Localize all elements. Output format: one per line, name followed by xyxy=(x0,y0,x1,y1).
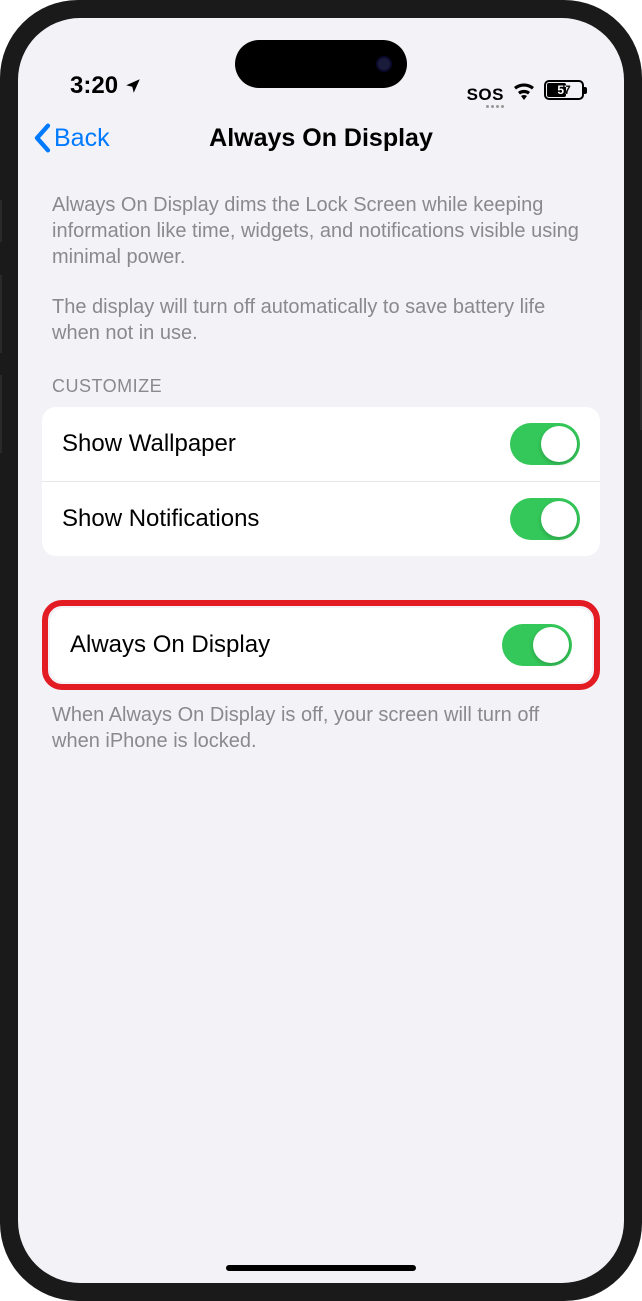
status-left: 3:20 xyxy=(70,72,142,100)
toggle-knob xyxy=(541,501,577,537)
battery-icon: 57 xyxy=(544,80,584,100)
always-on-display-label: Always On Display xyxy=(70,631,270,659)
content: Always On Display dims the Lock Screen w… xyxy=(18,168,624,754)
always-on-group: Always On Display xyxy=(50,608,592,682)
toggle-knob xyxy=(533,627,569,663)
status-right: SOS 57 xyxy=(467,80,584,100)
always-on-display-row[interactable]: Always On Display xyxy=(50,608,592,682)
phone-frame: 3:20 SOS 57 xyxy=(0,0,642,1301)
show-wallpaper-toggle[interactable] xyxy=(510,423,580,465)
dynamic-island xyxy=(235,40,407,88)
sos-text: SOS xyxy=(467,85,504,105)
show-notifications-label: Show Notifications xyxy=(62,505,259,533)
intro-text: Always On Display dims the Lock Screen w… xyxy=(42,168,600,270)
chevron-left-icon xyxy=(33,123,52,153)
volume-down-button xyxy=(0,375,2,453)
front-camera xyxy=(376,56,392,72)
highlight-box: Always On Display xyxy=(42,600,600,690)
auto-off-text: The display will turn off automatically … xyxy=(42,270,600,346)
page-title: Always On Display xyxy=(209,124,433,153)
battery-level: 57 xyxy=(557,83,570,97)
wifi-icon xyxy=(512,80,536,100)
silence-switch xyxy=(0,200,2,242)
customize-header: CUSTOMIZE xyxy=(42,346,600,407)
footer-text: When Always On Display is off, your scre… xyxy=(42,690,600,754)
sos-indicator: SOS xyxy=(467,85,504,96)
back-button[interactable]: Back xyxy=(28,123,110,153)
customize-group: Show Wallpaper Show Notifications xyxy=(42,407,600,556)
always-on-display-toggle[interactable] xyxy=(502,624,572,666)
back-label: Back xyxy=(54,124,110,153)
show-notifications-row[interactable]: Show Notifications xyxy=(42,481,600,556)
nav-bar: Back Always On Display xyxy=(18,108,624,168)
status-time: 3:20 xyxy=(70,72,118,100)
show-notifications-toggle[interactable] xyxy=(510,498,580,540)
show-wallpaper-row[interactable]: Show Wallpaper xyxy=(42,407,600,481)
screen: 3:20 SOS 57 xyxy=(18,18,624,1283)
toggle-knob xyxy=(541,426,577,462)
show-wallpaper-label: Show Wallpaper xyxy=(62,430,236,458)
home-indicator[interactable] xyxy=(226,1265,416,1271)
volume-up-button xyxy=(0,275,2,353)
location-icon xyxy=(124,77,142,95)
